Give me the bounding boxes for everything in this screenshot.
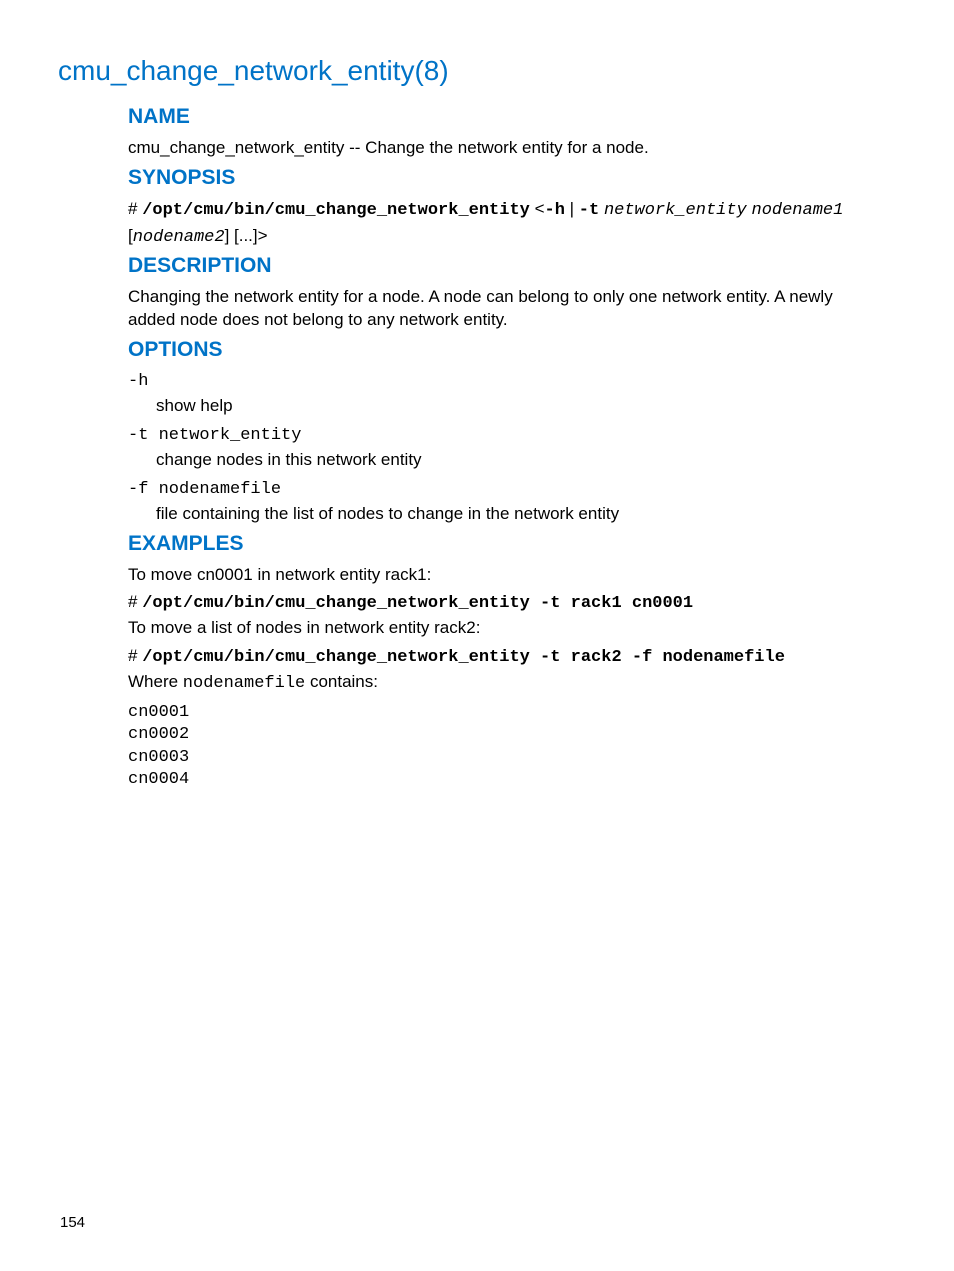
option-flag-f: -f <box>128 480 159 499</box>
option-flag-t: -t <box>128 426 159 445</box>
syn-opt-t: -t <box>579 201 599 220</box>
examples-heading: EXAMPLES <box>128 532 884 556</box>
where-post: contains: <box>305 672 378 691</box>
examples-intro-1: To move cn0001 in network entity rack1: <box>128 564 884 587</box>
description-heading: DESCRIPTION <box>128 254 884 278</box>
nodelist-block: cn0001 cn0002 cn0003 cn0004 <box>128 702 884 790</box>
syn-arg-n2: nodename2 <box>133 228 225 247</box>
examples-where: Where nodenamefile contains: <box>128 671 884 696</box>
option-arg-t: network_entity <box>159 426 302 445</box>
name-text: cmu_change_network_entity -- Change the … <box>128 137 884 160</box>
option-arg-f: nodenamefile <box>159 480 281 499</box>
option-term-t: -t network_entity <box>128 424 884 445</box>
option-def-t: change nodes in this network entity <box>156 449 884 472</box>
syn-prefix: # <box>128 199 142 218</box>
syn-bracket-close: ] [...]> <box>225 226 268 245</box>
syn-lt: < <box>530 199 545 218</box>
syn-arg-n1: nodename1 <box>752 201 844 220</box>
option-def-h: show help <box>156 395 884 418</box>
examples-cmd-2-prefix: # <box>128 646 142 665</box>
page-title: cmu_change_network_entity(8) <box>58 55 884 87</box>
option-term-h: -h <box>128 370 884 391</box>
examples-cmd-2: # /opt/cmu/bin/cmu_change_network_entity… <box>128 646 884 667</box>
examples-cmd-2-text: /opt/cmu/bin/cmu_change_network_entity -… <box>142 648 785 667</box>
where-mono: nodenamefile <box>183 674 305 693</box>
synopsis-line-1: # /opt/cmu/bin/cmu_change_network_entity… <box>128 198 884 223</box>
description-text: Changing the network entity for a node. … <box>128 286 884 332</box>
synopsis-heading: SYNOPSIS <box>128 166 884 190</box>
option-term-f: -f nodenamefile <box>128 478 884 499</box>
examples-intro-2: To move a list of nodes in network entit… <box>128 617 884 640</box>
examples-cmd-1-prefix: # <box>128 592 142 611</box>
page-number: 154 <box>60 1214 85 1231</box>
syn-pipe: | <box>565 199 579 218</box>
where-pre: Where <box>128 672 183 691</box>
option-flag-h: -h <box>128 372 148 391</box>
examples-cmd-1: # /opt/cmu/bin/cmu_change_network_entity… <box>128 592 884 613</box>
synopsis-line-2: [nodename2] [...]> <box>128 225 884 250</box>
option-def-f: file containing the list of nodes to cha… <box>156 503 884 526</box>
options-heading: OPTIONS <box>128 338 884 362</box>
examples-cmd-1-text: /opt/cmu/bin/cmu_change_network_entity -… <box>142 594 693 613</box>
syn-opt-h: -h <box>545 201 565 220</box>
syn-arg-ne: network_entity <box>604 201 747 220</box>
name-heading: NAME <box>128 105 884 129</box>
content-area: NAME cmu_change_network_entity -- Change… <box>128 105 884 791</box>
syn-cmd: /opt/cmu/bin/cmu_change_network_entity <box>142 201 530 220</box>
